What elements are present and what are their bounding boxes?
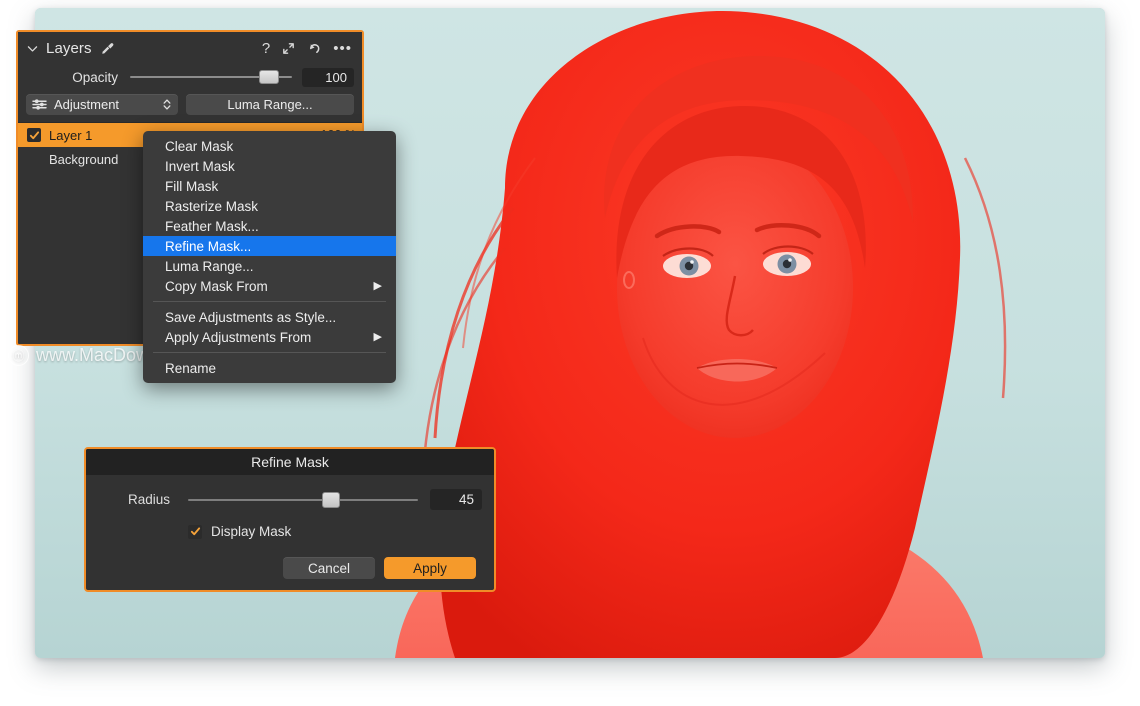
menu-item-rename[interactable]: Rename <box>143 358 396 378</box>
submenu-arrow-icon: ▶ <box>373 279 382 292</box>
menu-item-apply-adjustments-from[interactable]: Apply Adjustments From ▶ <box>143 327 396 347</box>
menu-item-rasterize-mask[interactable]: Rasterize Mask <box>143 196 396 216</box>
opacity-value-field[interactable]: 100 <box>302 67 354 87</box>
menu-item-fill-mask[interactable]: Fill Mask <box>143 176 396 196</box>
menu-item-copy-mask-from[interactable]: Copy Mask From ▶ <box>143 276 396 296</box>
menu-item-label: Rename <box>165 360 217 376</box>
menu-item-label: Feather Mask... <box>165 218 259 234</box>
menu-item-label: Copy Mask From <box>165 278 268 294</box>
layers-panel-title: Layers <box>46 39 92 57</box>
adjustment-dropdown[interactable]: Adjustment <box>26 93 178 115</box>
menu-item-clear-mask[interactable]: Clear Mask <box>143 136 396 156</box>
refine-mask-title: Refine Mask <box>86 449 494 475</box>
layer-visibility-checkbox[interactable] <box>27 128 41 142</box>
menu-separator <box>153 352 386 353</box>
menu-item-label: Clear Mask <box>165 138 234 154</box>
mask-context-menu: Clear Mask Invert Mask Fill Mask Rasteri… <box>143 131 396 383</box>
radius-slider[interactable] <box>188 491 418 508</box>
chevron-down-icon[interactable] <box>26 42 39 55</box>
refine-mask-body: Radius 45 Display Mask Cancel Apply <box>86 475 494 579</box>
menu-item-luma-range[interactable]: Luma Range... <box>143 256 396 276</box>
eyedropper-icon[interactable] <box>100 41 115 56</box>
menu-item-label: Luma Range... <box>165 258 254 274</box>
layer-name: Background <box>49 151 119 167</box>
radius-slider-track <box>188 498 418 501</box>
menu-item-feather-mask[interactable]: Feather Mask... <box>143 216 396 236</box>
radius-label: Radius <box>127 492 170 507</box>
opacity-slider[interactable] <box>130 70 292 84</box>
menu-item-save-adjustments-as-style[interactable]: Save Adjustments as Style... <box>143 307 396 327</box>
checkmark-icon <box>29 130 39 139</box>
undo-arrow-icon[interactable] <box>307 41 322 56</box>
adjustment-label: Adjustment <box>54 96 120 112</box>
menu-item-label: Invert Mask <box>165 158 235 174</box>
refine-mask-dialog: Refine Mask Radius 45 Display Mask Cance… <box>84 447 496 592</box>
layer-name: Layer 1 <box>49 127 93 143</box>
opacity-label: Opacity <box>72 69 118 85</box>
radius-slider-thumb[interactable] <box>321 491 340 508</box>
radius-row: Radius 45 <box>98 489 482 510</box>
display-mask-checkbox[interactable] <box>188 524 202 539</box>
sliders-icon <box>32 98 47 110</box>
radius-value-field[interactable]: 45 <box>430 489 482 510</box>
chevron-updown-icon <box>163 98 171 110</box>
opacity-slider-thumb[interactable] <box>259 70 280 84</box>
display-mask-row[interactable]: Display Mask <box>188 524 482 539</box>
help-icon[interactable]: ? <box>262 41 270 56</box>
adjustment-row: Adjustment Luma Range... <box>18 90 362 118</box>
opacity-row: Opacity 100 <box>18 64 362 90</box>
submenu-arrow-icon: ▶ <box>373 330 382 343</box>
watermark-badge-icon: ⓜ <box>8 344 29 366</box>
menu-item-label: Refine Mask... <box>165 238 252 254</box>
menu-item-label: Rasterize Mask <box>165 198 259 214</box>
display-mask-label: Display Mask <box>211 524 292 539</box>
expand-arrows-icon[interactable] <box>281 41 296 56</box>
layers-panel-header: Layers ? ••• <box>18 32 362 64</box>
menu-item-invert-mask[interactable]: Invert Mask <box>143 156 396 176</box>
app-root: Layers ? ••• Opacity 100 Adjustment Luma… <box>0 0 1140 706</box>
menu-item-label: Fill Mask <box>165 178 219 194</box>
luma-range-button[interactable]: Luma Range... <box>186 93 354 115</box>
more-options-icon[interactable]: ••• <box>333 41 352 56</box>
apply-button[interactable]: Apply <box>384 557 476 579</box>
menu-item-label: Save Adjustments as Style... <box>165 309 337 325</box>
layers-header-actions: ? ••• <box>262 41 352 56</box>
cancel-button[interactable]: Cancel <box>283 557 375 579</box>
menu-item-label: Apply Adjustments From <box>165 329 312 345</box>
dialog-button-row: Cancel Apply <box>98 557 476 579</box>
menu-item-refine-mask[interactable]: Refine Mask... <box>143 236 396 256</box>
menu-separator <box>153 301 386 302</box>
checkmark-icon <box>190 527 200 536</box>
